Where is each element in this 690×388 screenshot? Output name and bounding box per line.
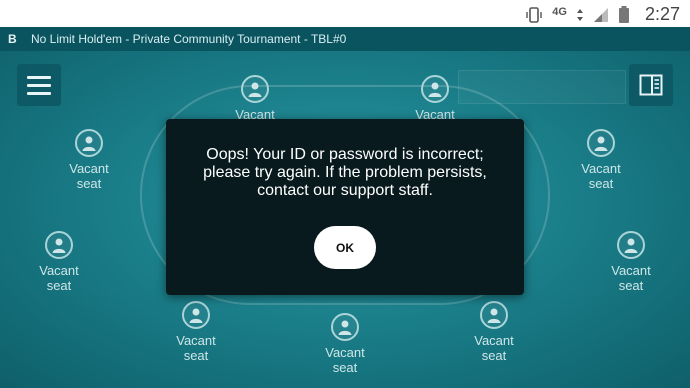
- error-message-line: contact our support staff.: [257, 182, 433, 199]
- ok-button[interactable]: OK: [314, 226, 376, 269]
- error-message-line: please try again. If the problem persist…: [203, 164, 487, 181]
- error-message: Oops! Your ID or password is incorrect; …: [176, 146, 514, 200]
- error-dialog: Oops! Your ID or password is incorrect; …: [166, 119, 524, 295]
- modal-overlay: Oops! Your ID or password is incorrect; …: [0, 0, 690, 388]
- error-message-line: Oops! Your ID or password is incorrect;: [206, 146, 484, 163]
